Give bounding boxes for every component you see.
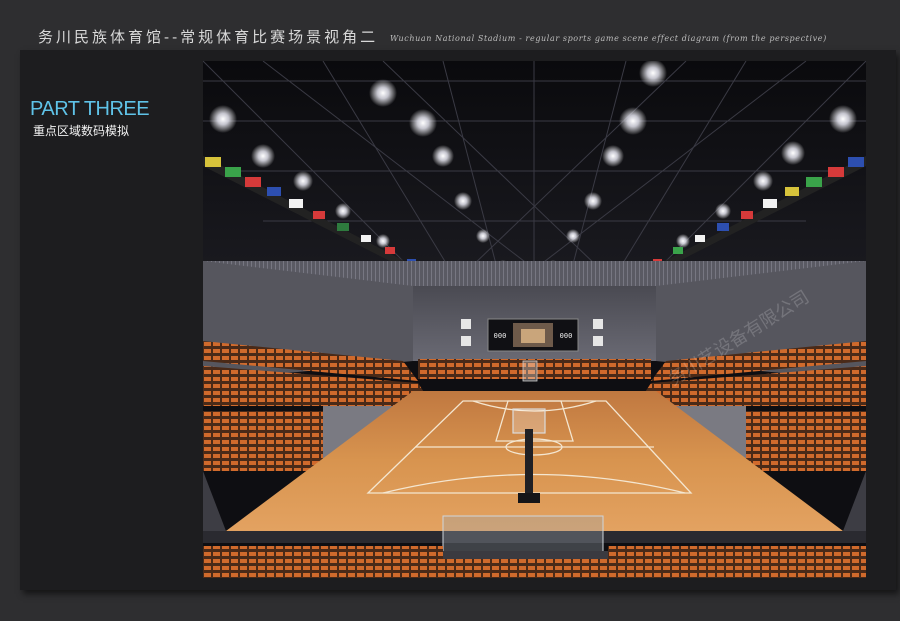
section-subtitle: 重点区域数码模拟 xyxy=(33,124,130,138)
section-title: PART THREE xyxy=(30,98,150,120)
page-title: 务川民族体育馆--常规体育比赛场景视角二 xyxy=(38,28,379,46)
arena-rendering-image: 000 000 务川艺设备有限公司 xyxy=(203,61,866,578)
page-title-english: Wuchuan National Stadium - regular sport… xyxy=(390,34,827,43)
scoreboard-right-score: 000 xyxy=(560,332,573,340)
title-bar: 务川民族体育馆--常规体育比赛场景视角二 Wuchuan National St… xyxy=(0,0,900,50)
scoreboard-left-score: 000 xyxy=(494,332,507,340)
